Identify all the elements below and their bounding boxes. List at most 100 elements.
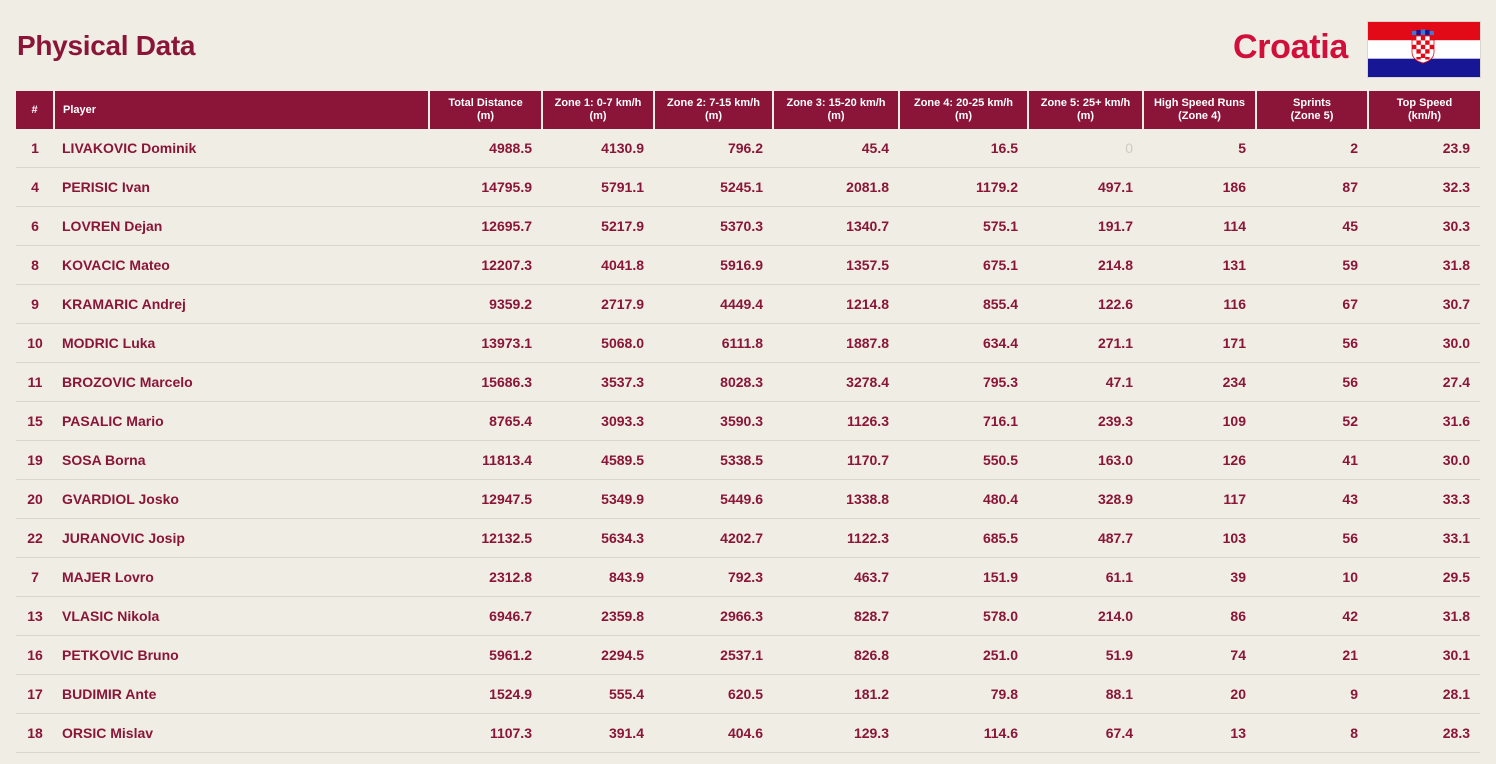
cell-player: BUDIMIR Ante: [54, 674, 429, 714]
column-header-number: #: [16, 91, 55, 129]
cell-zone-5: 122.6: [1028, 284, 1143, 324]
column-header-zone-2: Zone 2: 7-15 km/h (m): [654, 91, 774, 129]
cell-top-speed: 23.9: [1368, 129, 1480, 168]
table-row: 16 PETKOVIC Bruno 5961.2 2294.5 2537.1 826.8 2…: [16, 635, 1480, 675]
cell-high-speed-runs: 131: [1143, 245, 1256, 285]
cell-zone-5: 191.7: [1028, 206, 1143, 246]
cell-zone-1: 5068.0: [542, 323, 654, 363]
cell-player: ORSIC Mislav: [54, 713, 429, 753]
cell-zone-2: 5245.1: [654, 167, 773, 207]
cell-zone-1: 2294.5: [542, 635, 654, 675]
cell-zone-5: 239.3: [1028, 401, 1143, 441]
cell-total-distance: 8765.4: [429, 401, 542, 441]
cell-zone-4: 716.1: [899, 401, 1028, 441]
cell-player: BROZOVIC Marcelo: [54, 362, 429, 402]
cell-high-speed-runs: 86: [1143, 596, 1256, 636]
cell-zone-1: 3093.3: [542, 401, 654, 441]
cell-top-speed: 33.1: [1368, 518, 1480, 558]
cell-total-distance: 12207.3: [429, 245, 542, 285]
column-header-unit: (m): [954, 110, 973, 122]
cell-number: 7: [16, 557, 54, 597]
cell-zone-3: 2081.8: [773, 167, 899, 207]
cell-player: VLASIC Nikola: [54, 596, 429, 636]
cell-top-speed: 33.3: [1368, 479, 1480, 519]
cell-zone-4: 480.4: [899, 479, 1028, 519]
cell-high-speed-runs: 116: [1143, 284, 1256, 324]
cell-zone-5: 51.9: [1028, 635, 1143, 675]
column-header-total-distance: Total Distance (m): [429, 91, 543, 129]
cell-high-speed-runs: 117: [1143, 479, 1256, 519]
croatia-flag-icon: [1367, 21, 1481, 78]
cell-zone-4: 114.6: [899, 713, 1028, 753]
cell-zone-2: 2966.3: [654, 596, 773, 636]
cell-number: 8: [16, 245, 54, 285]
cell-top-speed: 30.0: [1368, 323, 1480, 363]
table-row: 8 KOVACIC Mateo 12207.3 4041.8 5916.9 1357.5 6…: [16, 245, 1480, 285]
table-row: 10 MODRIC Luka 13973.1 5068.0 6111.8 1887.8 63…: [16, 323, 1480, 363]
cell-player: LOVREN Dejan: [54, 206, 429, 246]
column-header-unit: (km/h): [1408, 110, 1441, 122]
table-row: 22 JURANOVIC Josip 12132.5 5634.3 4202.7 1122…: [16, 518, 1480, 558]
cell-top-speed: 28.1: [1368, 674, 1480, 714]
column-header-high-speed-runs: High Speed Runs (Zone 4): [1143, 91, 1257, 129]
cell-sprints: 87: [1256, 167, 1368, 207]
cell-zone-2: 4449.4: [654, 284, 773, 324]
cell-zone-2: 2537.1: [654, 635, 773, 675]
cell-total-distance: 11813.4: [429, 440, 542, 480]
table-row: 9 KRAMARIC Andrej 9359.2 2717.9 4449.4 1214.8…: [16, 284, 1480, 324]
table-row: 7 MAJER Lovro 2312.8 843.9 792.3 463.7 151.9 61…: [16, 557, 1480, 597]
cell-top-speed: 29.5: [1368, 557, 1480, 597]
cell-number: 15: [16, 401, 54, 441]
cell-top-speed: 32.3: [1368, 167, 1480, 207]
table-row: 15 PASALIC Mario 8765.4 3093.3 3590.3 1126.3 7…: [16, 401, 1480, 441]
cell-zone-1: 5349.9: [542, 479, 654, 519]
cell-sprints: 2: [1256, 129, 1368, 168]
cell-high-speed-runs: 39: [1143, 557, 1256, 597]
cell-number: 4: [16, 167, 54, 207]
cell-zone-2: 5338.5: [654, 440, 773, 480]
cell-zone-5: 497.1: [1028, 167, 1143, 207]
cell-zone-5: 61.1: [1028, 557, 1143, 597]
cell-zone-4: 16.5: [899, 129, 1028, 168]
column-header-label: Zone 1: 0-7 km/h: [554, 97, 642, 109]
cell-number: 13: [16, 596, 54, 636]
cell-zone-3: 826.8: [773, 635, 899, 675]
cell-zone-1: 4130.9: [542, 129, 654, 168]
cell-number: 16: [16, 635, 54, 675]
cell-total-distance: 13973.1: [429, 323, 542, 363]
cell-player: JURANOVIC Josip: [54, 518, 429, 558]
column-header-label: Zone 3: 15-20 km/h: [786, 97, 886, 109]
cell-sprints: 56: [1256, 362, 1368, 402]
cell-zone-3: 828.7: [773, 596, 899, 636]
cell-zone-5: 214.0: [1028, 596, 1143, 636]
column-header-label: Zone 4: 20-25 km/h: [913, 97, 1014, 109]
cell-number: 19: [16, 440, 54, 480]
page-title: Physical Data: [17, 30, 196, 61]
cell-sprints: 67: [1256, 284, 1368, 324]
cell-zone-3: 1122.3: [773, 518, 899, 558]
cell-top-speed: 31.6: [1368, 401, 1480, 441]
cell-top-speed: 31.8: [1368, 245, 1480, 285]
cell-total-distance: 2312.8: [429, 557, 542, 597]
cell-player: KRAMARIC Andrej: [54, 284, 429, 324]
table-header-row: # Player Total Distance (m) Zone 1: 0-7 km/h…: [16, 91, 1480, 129]
table-row: 17 BUDIMIR Ante 1524.9 555.4 620.5 181.2 79.8 8…: [16, 674, 1480, 714]
table-row: 11 BROZOVIC Marcelo 15686.3 3537.3 8028.3 327…: [16, 362, 1480, 402]
cell-zone-5: 271.1: [1028, 323, 1143, 363]
cell-sprints: 10: [1256, 557, 1368, 597]
column-header-label: Zone 5: 25+ km/h: [1040, 97, 1131, 109]
cell-sprints: 45: [1256, 206, 1368, 246]
cell-number: 1: [16, 129, 54, 168]
cell-zone-3: 1887.8: [773, 323, 899, 363]
column-header-zone-1: Zone 1: 0-7 km/h (m): [542, 91, 655, 129]
column-header-label: Top Speed: [1396, 97, 1453, 109]
cell-zone-1: 3537.3: [542, 362, 654, 402]
cell-total-distance: 1524.9: [429, 674, 542, 714]
cell-zone-1: 4041.8: [542, 245, 654, 285]
cell-zone-4: 634.4: [899, 323, 1028, 363]
cell-player: SOSA Borna: [54, 440, 429, 480]
cell-number: 6: [16, 206, 54, 246]
cell-sprints: 56: [1256, 323, 1368, 363]
cell-zone-4: 685.5: [899, 518, 1028, 558]
cell-high-speed-runs: 186: [1143, 167, 1256, 207]
